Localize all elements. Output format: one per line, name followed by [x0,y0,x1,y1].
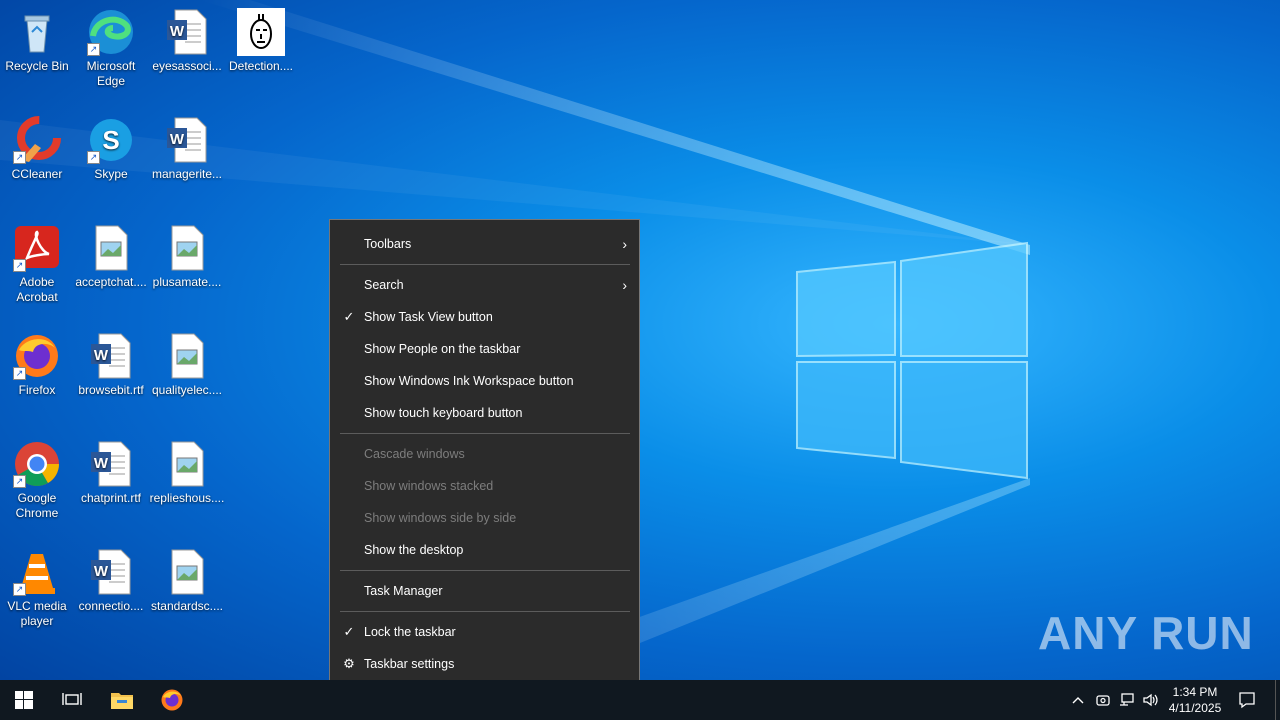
desktop-icon-vlc[interactable]: ↗ VLC media player [0,548,75,629]
start-button[interactable] [0,680,48,720]
taskbar-clock[interactable]: 1:34 PM 4/11/2025 [1160,684,1230,716]
svg-text:W: W [94,563,109,580]
meet-now-icon [1096,695,1110,706]
desktop-icon-chatprint[interactable]: W chatprint.rtf [73,440,149,506]
taskbar-file-explorer[interactable] [98,680,146,720]
taskbar-firefox[interactable] [148,680,196,720]
clock-date: 4/11/2025 [1168,701,1222,715]
desktop-icon-acceptchat[interactable]: acceptchat.... [73,224,149,290]
taskbar-context-menu: Toolbars › Search › ✓ Show Task View but… [329,219,640,688]
menu-separator [340,611,630,612]
shortcut-arrow-icon: ↗ [87,151,100,164]
svg-text:W: W [94,347,109,364]
menu-item-show-touch-keyboard[interactable]: Show touch keyboard button [330,397,639,429]
image-file-icon [87,224,135,272]
firefox-icon: ↗ [13,332,61,380]
show-hidden-icons-button[interactable] [1068,680,1088,720]
word-doc-icon: W [87,548,135,596]
menu-item-toolbars[interactable]: Toolbars › [330,228,639,260]
shortcut-arrow-icon: ↗ [13,259,26,272]
taskbar: 1:34 PM 4/11/2025 [0,680,1280,720]
desktop-icon-skype[interactable]: S ↗ Skype [73,116,149,182]
checkmark-icon: ✓ [343,309,355,324]
tray-meet-now[interactable] [1092,680,1114,720]
desktop-icon-qualityelec[interactable]: qualityelec.... [149,332,225,398]
chrome-icon: ↗ [13,440,61,488]
menu-item-windows-stacked: Show windows stacked [364,479,494,493]
desktop-icon-microsoft-edge[interactable]: ↗ Microsoft Edge [73,8,149,89]
desktop-icon-ccleaner[interactable]: ↗ CCleaner [0,116,75,182]
word-doc-icon: W [163,116,211,164]
desktop-icon-connectio[interactable]: W connectio.... [73,548,149,614]
clock-time: 1:34 PM [1172,685,1218,699]
desktop-icon-standardsc[interactable]: standardsc.... [149,548,225,614]
menu-item-taskbar-settings[interactable]: ⚙ Taskbar settings [330,648,639,680]
chevron-up-icon [1072,697,1084,704]
menu-item-show-task-view[interactable]: ✓ Show Task View button [330,301,639,333]
network-icon [1120,693,1134,706]
svg-text:W: W [170,23,185,40]
word-doc-icon: W [87,440,135,488]
menu-separator [340,433,630,434]
desktop-icon-detection[interactable]: Detection.... [223,8,299,74]
chevron-right-icon: › [622,277,627,293]
menu-item-show-ink-workspace[interactable]: Show Windows Ink Workspace button [330,365,639,397]
shortcut-arrow-icon: ↗ [13,151,26,164]
image-file-icon [163,224,211,272]
task-view-icon [62,693,82,705]
notification-icon [1239,692,1255,709]
recycle-bin-icon [13,8,61,56]
shortcut-arrow-icon: ↗ [13,583,26,596]
desktop-icon-firefox[interactable]: ↗ Firefox [0,332,75,398]
shortcut-arrow-icon: ↗ [13,475,26,488]
image-file-icon [163,548,211,596]
word-doc-icon: W [163,8,211,56]
svg-text:S: S [102,125,119,155]
desktop-icon-recycle-bin[interactable]: Recycle Bin [0,8,75,74]
edge-icon: ↗ [87,8,135,56]
menu-item-windows-side-by-side: Show windows side by side [364,511,517,525]
menu-separator [340,570,630,571]
svg-text:W: W [94,455,109,472]
volume-icon [1143,693,1158,707]
desktop-icon-adobe-acrobat[interactable]: ↗ Adobe Acrobat [0,224,75,305]
detection-image-icon [237,8,285,56]
windows-start-icon [15,691,33,709]
image-file-icon [163,440,211,488]
menu-item-cascade-windows: Cascade windows [364,447,465,461]
menu-item-lock-taskbar[interactable]: ✓ Lock the taskbar [330,616,639,648]
menu-item-show-desktop[interactable]: Show the desktop [330,534,639,566]
tray-network[interactable] [1116,680,1138,720]
shortcut-arrow-icon: ↗ [87,43,100,56]
menu-item-search[interactable]: Search › [330,269,639,301]
acrobat-icon: ↗ [13,224,61,272]
anyrun-watermark: ANY RUN [1038,607,1254,659]
desktop-icon-google-chrome[interactable]: ↗ Google Chrome [0,440,75,521]
windows-logo-wallpaper-icon [796,241,1028,480]
desktop-icon-managerite[interactable]: W managerite... [149,116,225,182]
checkmark-icon: ✓ [343,624,355,639]
gear-icon: ⚙ [343,656,355,671]
task-view-button[interactable] [48,680,96,720]
svg-text:W: W [170,131,185,148]
desktop-icon-eyesassoci[interactable]: W eyesassoci... [149,8,225,74]
menu-separator [340,264,630,265]
show-desktop-button[interactable] [1275,680,1280,720]
shortcut-arrow-icon: ↗ [13,367,26,380]
action-center-button[interactable] [1234,680,1260,720]
menu-item-show-people[interactable]: Show People on the taskbar [330,333,639,365]
desktop-icon-plusamate[interactable]: plusamate.... [149,224,225,290]
ccleaner-icon: ↗ [13,116,61,164]
image-file-icon [163,332,211,380]
tray-volume[interactable] [1140,680,1162,720]
word-doc-icon: W [87,332,135,380]
desktop-icon-replieshous[interactable]: replieshous.... [149,440,225,506]
menu-item-task-manager[interactable]: Task Manager [330,575,639,607]
folder-icon [111,693,133,709]
skype-icon: S ↗ [87,116,135,164]
chevron-right-icon: › [622,236,627,252]
firefox-icon [161,689,183,711]
desktop-icon-browsebit[interactable]: W browsebit.rtf [73,332,149,398]
vlc-icon: ↗ [13,548,61,596]
